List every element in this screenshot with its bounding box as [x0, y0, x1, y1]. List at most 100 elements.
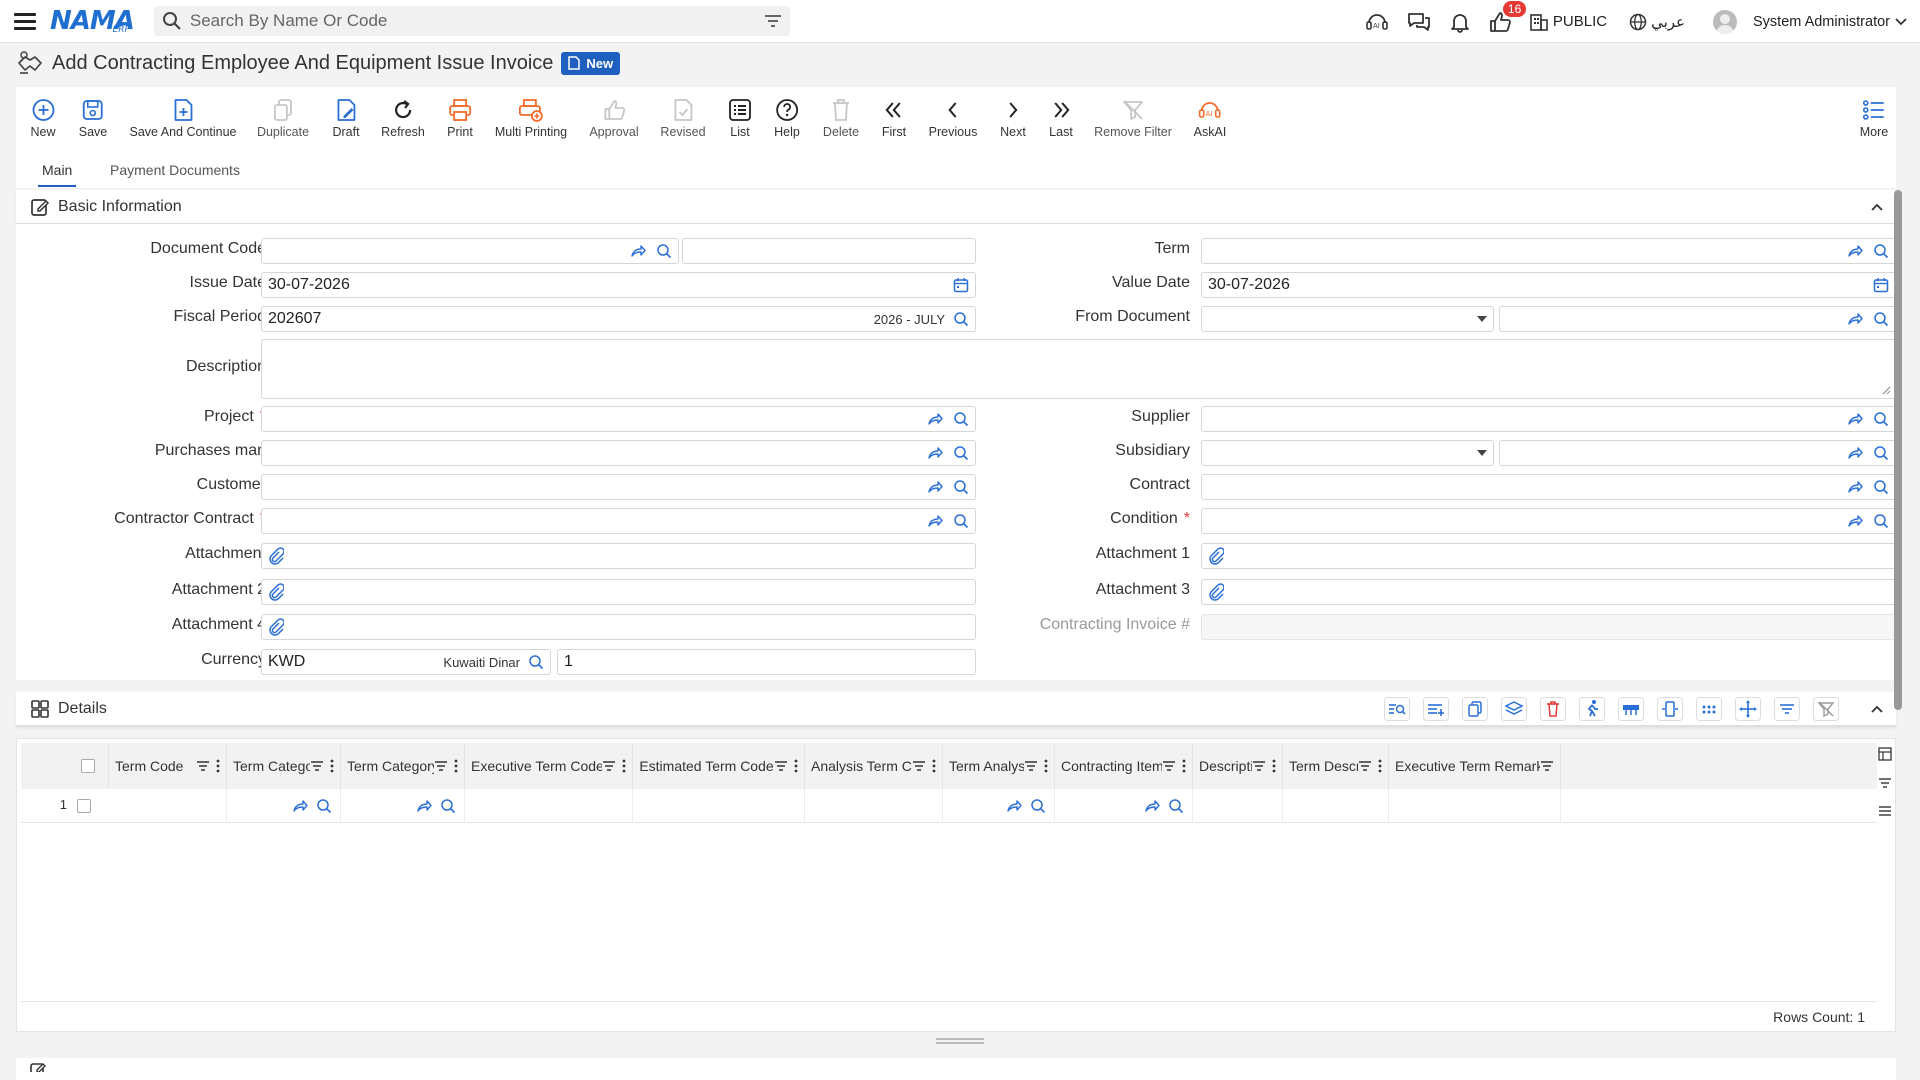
global-search[interactable]: Search By Name Or Code: [153, 6, 790, 36]
move-icon[interactable]: [1735, 697, 1761, 721]
search-input[interactable]: Search By Name Or Code: [190, 11, 764, 31]
select-all-checkbox[interactable]: [80, 759, 95, 773]
tab-payment-documents[interactable]: Payment Documents: [110, 162, 240, 178]
askai-button[interactable]: AI AskAI: [1194, 97, 1226, 139]
details-header[interactable]: Details: [16, 692, 1896, 726]
document-code-field[interactable]: [261, 238, 679, 264]
column-menu-icon[interactable]: [1044, 759, 1048, 773]
search-icon[interactable]: [1030, 798, 1046, 814]
share-icon[interactable]: [292, 799, 308, 813]
table-cell[interactable]: [805, 789, 943, 823]
table-cell[interactable]: [1055, 789, 1193, 823]
table-cell[interactable]: [227, 789, 341, 823]
copy-row-icon[interactable]: [1462, 697, 1488, 721]
draft-button[interactable]: Draft: [332, 97, 360, 139]
column-menu-icon[interactable]: [1182, 759, 1186, 773]
column-filter-icon[interactable]: [1162, 760, 1176, 772]
ai-assistant-icon[interactable]: AI: [1365, 11, 1389, 33]
subsidiary-field[interactable]: [1499, 440, 1896, 466]
expand-column-icon[interactable]: [1657, 697, 1683, 721]
multi-printing-button[interactable]: Multi Printing: [495, 97, 567, 139]
menu-icon[interactable]: [14, 13, 36, 30]
search-icon[interactable]: [316, 798, 332, 814]
search-icon[interactable]: [440, 798, 456, 814]
chat-icon[interactable]: [1407, 11, 1431, 33]
column-filter-icon[interactable]: [434, 760, 448, 772]
value-date-field[interactable]: 30-07-2026: [1201, 272, 1896, 298]
column-header[interactable]: Estimated Term Code: [633, 743, 805, 789]
share-icon[interactable]: [1006, 799, 1022, 813]
column-header[interactable]: Term Category 2: [341, 743, 465, 789]
column-menu-icon[interactable]: [454, 759, 458, 773]
table-cell[interactable]: [1193, 789, 1283, 823]
from-document-field[interactable]: [1499, 306, 1896, 332]
duplicate-button[interactable]: Duplicate: [257, 97, 309, 139]
column-menu-icon[interactable]: [216, 759, 220, 773]
bell-icon[interactable]: [1449, 11, 1471, 33]
table-cell[interactable]: [1389, 789, 1561, 823]
column-menu-icon[interactable]: [794, 759, 798, 773]
column-header[interactable]: Description: [1193, 743, 1283, 789]
tab-main[interactable]: Main: [37, 162, 77, 187]
likes-icon[interactable]: 16: [1489, 0, 1527, 33]
column-menu-icon[interactable]: [1272, 759, 1276, 773]
vertical-scrollbar[interactable]: [1894, 190, 1902, 710]
column-header[interactable]: Contracting Item: [1055, 743, 1193, 789]
dots-grid-icon[interactable]: [1696, 697, 1722, 721]
attachment-1-field[interactable]: [1201, 543, 1896, 569]
column-filter-icon[interactable]: [1358, 760, 1372, 772]
share-icon[interactable]: [1144, 799, 1160, 813]
filter-icon[interactable]: [764, 14, 782, 28]
filter-off-icon[interactable]: [1813, 697, 1839, 721]
column-filter-icon[interactable]: [774, 760, 788, 772]
approval-button[interactable]: Approval: [589, 97, 639, 139]
column-header[interactable]: Term Code: [109, 743, 227, 789]
menu-icon[interactable]: [1878, 805, 1892, 817]
table-cell[interactable]: [341, 789, 465, 823]
language-switcher[interactable]: عربي: [1629, 13, 1685, 31]
row-checkbox[interactable]: [77, 799, 91, 813]
column-header[interactable]: Executive Term Code: [465, 743, 633, 789]
column-menu-icon[interactable]: [932, 759, 936, 773]
save-and-continue-button[interactable]: Save And Continue: [129, 97, 237, 139]
column-menu-icon[interactable]: [1378, 759, 1382, 773]
column-filter-icon[interactable]: [1540, 760, 1554, 772]
help-button[interactable]: Help: [774, 97, 800, 139]
filter-icon[interactable]: [1774, 697, 1800, 721]
column-filter-icon[interactable]: [602, 760, 616, 772]
previous-button[interactable]: Previous: [929, 97, 977, 139]
next-button[interactable]: Next: [1000, 97, 1026, 139]
column-header[interactable]: Term Description: [1283, 743, 1389, 789]
description-textarea[interactable]: [261, 339, 1896, 399]
table-cell[interactable]: [109, 789, 227, 823]
table-cell[interactable]: [633, 789, 805, 823]
condition-field[interactable]: [1201, 508, 1896, 534]
table-insert-icon[interactable]: [1618, 697, 1644, 721]
issue-date-field[interactable]: 30-07-2026: [261, 272, 976, 298]
column-filter-icon[interactable]: [1024, 760, 1038, 772]
attachment-3-field[interactable]: [1201, 579, 1896, 605]
revised-button[interactable]: Revised: [660, 97, 706, 139]
column-header[interactable]: Executive Term Remark: [1389, 743, 1561, 789]
column-header[interactable]: Analysis Term Code: [805, 743, 943, 789]
first-button[interactable]: First: [882, 97, 906, 139]
filter-icon[interactable]: [1878, 777, 1892, 789]
search-icon[interactable]: [1168, 798, 1184, 814]
last-button[interactable]: Last: [1049, 97, 1073, 139]
layers-icon[interactable]: [1501, 697, 1527, 721]
table-cell[interactable]: [1283, 789, 1389, 823]
search-rows-icon[interactable]: [1384, 697, 1410, 721]
refresh-button[interactable]: Refresh: [381, 97, 425, 139]
attachment-2-field[interactable]: [261, 579, 976, 605]
column-menu-icon[interactable]: [622, 759, 626, 773]
table-cell[interactable]: [943, 789, 1055, 823]
attachment-field[interactable]: [261, 543, 976, 569]
purchases-man-field[interactable]: [261, 440, 976, 466]
column-filter-icon[interactable]: [196, 760, 210, 772]
column-filter-icon[interactable]: [310, 760, 324, 772]
run-icon[interactable]: [1579, 697, 1605, 721]
contract-field[interactable]: [1201, 474, 1896, 500]
subsidiary-select[interactable]: [1201, 440, 1494, 466]
document-code-name-field[interactable]: [682, 238, 976, 264]
column-filter-icon[interactable]: [912, 760, 926, 772]
